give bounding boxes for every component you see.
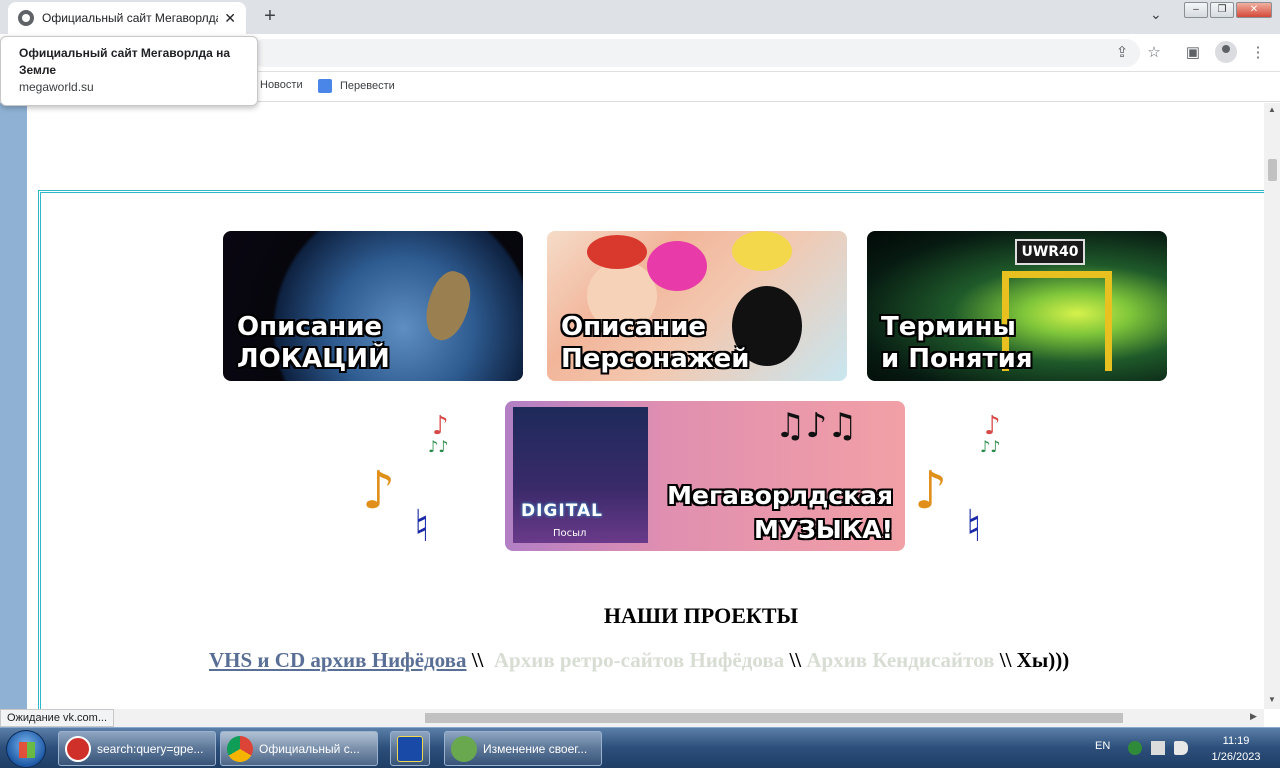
banner-caption: Мегаворлдская МУЗЫКА! (667, 481, 893, 544)
music-note-icon: ♮ (966, 501, 982, 552)
album-cover-title: DIGITAL (521, 501, 603, 521)
banner-music[interactable]: DIGITAL Посыл ♫♪♫ Мегаворлдская МУЗЫКА! (505, 401, 905, 551)
globe-icon (18, 10, 34, 26)
volume-icon[interactable] (1174, 741, 1188, 755)
side-panel-icon[interactable]: ▣ (1183, 43, 1203, 61)
network-icon[interactable] (1151, 741, 1165, 755)
tab-title: Официальный сайт Мегаворлда на Земле (42, 11, 219, 25)
address-bar[interactable] (250, 39, 1140, 67)
page-viewport: Описание ЛОКАЦИЙ Описание Персонажей UWR40… (0, 103, 1264, 709)
projects-heading: НАШИ ПРОЕКТЫ (603, 603, 799, 628)
character-hair (732, 231, 792, 271)
link-separator: \\ (789, 648, 802, 672)
music-note-icon: ♮ (414, 501, 430, 552)
language-indicator[interactable]: EN (1095, 740, 1110, 752)
vertical-scrollbar[interactable]: ▲ ▼ (1264, 103, 1280, 709)
minimize-button[interactable]: – (1184, 2, 1208, 18)
bookmark-label: Новости (260, 79, 303, 91)
taskbar-button-label: Официальный с... (259, 741, 360, 756)
music-note-icon: ♪ (362, 461, 396, 521)
music-note-icon: ♪♪ (428, 437, 449, 456)
scrollbar-thumb[interactable] (425, 713, 1123, 723)
browser-tab-strip: Официальный сайт Мегаворлда на Земле ✕ +… (0, 0, 1280, 34)
star-icon[interactable]: ☆ (1144, 43, 1164, 61)
clock-time: 11:19 (1222, 735, 1250, 747)
start-button[interactable] (6, 730, 46, 768)
translate-icon (318, 79, 332, 93)
security-icon[interactable] (1128, 741, 1142, 755)
album-cover-image (513, 407, 648, 543)
album-cover-subtitle: Посыл (553, 528, 587, 539)
scroll-down-icon[interactable]: ▼ (1268, 695, 1276, 704)
music-note-icon: ♪♪ (980, 437, 1001, 456)
kebab-menu-icon[interactable]: ⋮ (1248, 43, 1268, 61)
link-vhs-cd-archive[interactable]: VHS и CD архив Нифёдова (209, 648, 466, 672)
scroll-up-icon[interactable]: ▲ (1268, 105, 1276, 114)
projects-tail: Хы))) (1016, 648, 1070, 672)
character-cap (587, 235, 647, 269)
windows-taskbar: search:query=gpe... Официальный с... Изм… (0, 727, 1280, 768)
banner-characters[interactable]: Описание Персонажей (547, 231, 847, 381)
browser-tab[interactable]: Официальный сайт Мегаворлда на Земле ✕ (8, 2, 246, 34)
music-staff-icon: ♫♪♫ (775, 406, 858, 446)
music-note-icon: ♪ (984, 411, 1001, 441)
bookmark-news[interactable]: Новости (260, 79, 303, 91)
hover-card-title: Официальный сайт Мегаворлда на Земле (19, 46, 231, 77)
error-icon (65, 735, 91, 762)
character-hair (647, 241, 707, 291)
tab-hover-card: Официальный сайт Мегаворлда на Земле meg… (0, 36, 258, 106)
share-icon[interactable]: ⇪ (1112, 43, 1132, 61)
link-separator: \\ (471, 648, 484, 672)
banner-caption: Описание Персонажей (561, 312, 750, 374)
hover-card-url: megaworld.su (19, 80, 94, 94)
gate-sign: UWR40 (1015, 239, 1085, 265)
taskbar-button-label: search:query=gpe... (97, 741, 204, 756)
clock[interactable]: 11:19 1/26/2023 (1200, 733, 1272, 765)
music-note-icon: ♪ (432, 411, 449, 441)
taskbar-button-search[interactable]: search:query=gpe... (58, 731, 216, 766)
bookmark-translate[interactable]: Перевести (318, 79, 395, 93)
music-note-icon: ♪ (914, 461, 948, 521)
horizontal-scrollbar[interactable]: ▶ (0, 709, 1264, 727)
link-separator: \\ (999, 648, 1012, 672)
taskbar-button-label: Изменение своег... (483, 741, 588, 756)
users-icon (451, 735, 477, 762)
profile-avatar[interactable] (1215, 41, 1237, 63)
scrollbar-thumb[interactable] (1268, 159, 1277, 181)
window-close-button[interactable]: ✕ (1236, 2, 1272, 18)
taskbar-button-app[interactable] (390, 731, 430, 766)
close-tab-icon[interactable]: ✕ (224, 10, 236, 27)
banner-caption: Описание ЛОКАЦИЙ (237, 312, 390, 374)
chrome-icon (227, 735, 253, 762)
link-retro-sites-archive[interactable]: Архив ретро-сайтов Нифёдова (494, 648, 784, 672)
restore-button[interactable]: ❐ (1210, 2, 1234, 18)
link-candysites-archive[interactable]: Архив Кендисайтов (806, 648, 994, 672)
banner-terms[interactable]: UWR40 Термины и Понятия (867, 231, 1167, 381)
taskbar-button-users[interactable]: Изменение своег... (444, 731, 602, 766)
scroll-right-icon[interactable]: ▶ (1250, 713, 1257, 722)
new-tab-button[interactable]: + (258, 5, 282, 29)
tab-search-icon[interactable]: ⌄ (1150, 6, 1162, 23)
banner-caption: Термины и Понятия (881, 312, 1033, 374)
screen: Официальный сайт Мегаворлда на Земле ✕ +… (0, 0, 1280, 768)
banner-locations[interactable]: Описание ЛОКАЦИЙ (223, 231, 523, 381)
network-app-icon (397, 735, 423, 762)
projects-links: VHS и CD архив Нифёдова \\ Архив ретро-с… (209, 648, 1069, 673)
status-bubble: Ожидание vk.com... (0, 709, 114, 727)
taskbar-button-chrome[interactable]: Официальный с... (220, 731, 378, 766)
earth-image (417, 266, 479, 346)
bookmark-label: Перевести (340, 80, 395, 92)
clock-date: 1/26/2023 (1211, 751, 1261, 763)
